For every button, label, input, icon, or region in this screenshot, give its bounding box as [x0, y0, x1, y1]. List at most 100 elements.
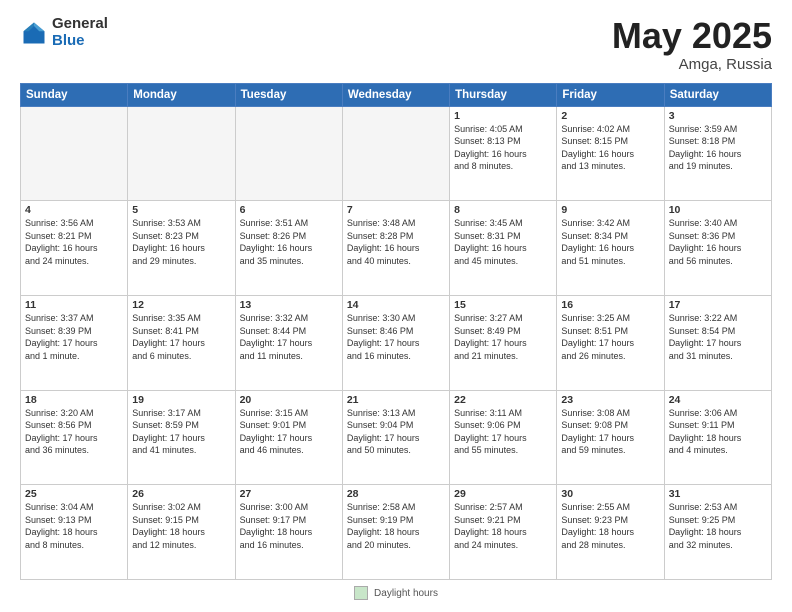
day-info: Sunrise: 3:13 AM Sunset: 9:04 PM Dayligh… — [347, 408, 420, 456]
day-info: Sunrise: 3:56 AM Sunset: 8:21 PM Dayligh… — [25, 218, 98, 266]
calendar-cell: 25 Sunrise: 3:04 AM Sunset: 9:13 PM Dayli… — [21, 485, 128, 580]
day-info: Sunrise: 3:42 AM Sunset: 8:34 PM Dayligh… — [561, 218, 634, 266]
day-number: 14 — [347, 299, 445, 311]
calendar-cell: 2 Sunrise: 4:02 AM Sunset: 8:15 PM Daylig… — [557, 106, 664, 201]
col-saturday: Saturday — [664, 83, 771, 106]
day-info: Sunrise: 3:59 AM Sunset: 8:18 PM Dayligh… — [669, 124, 742, 172]
footer: Daylight hours — [20, 586, 772, 600]
calendar-cell: 26Sunrise: 3:02 AM Sunset: 9:15 PM Dayli… — [128, 485, 235, 580]
calendar-cell: 4Sunrise: 3:56 AM Sunset: 8:21 PM Daylig… — [21, 201, 128, 296]
calendar-cell: 5Sunrise: 3:53 AM Sunset: 8:23 PM Daylig… — [128, 201, 235, 296]
calendar-cell: 22 Sunrise: 3:11 AM Sunset: 9:06 PM Dayli… — [450, 390, 557, 485]
day-number: 16 — [561, 299, 659, 311]
day-info: Sunrise: 3:00 AM Sunset: 9:17 PM Dayligh… — [240, 502, 313, 550]
day-info: Sunrise: 3:08 AM Sunset: 9:08 PM Dayligh… — [561, 408, 634, 456]
day-number: 9 — [561, 204, 659, 216]
day-number: 20 — [240, 394, 338, 406]
col-wednesday: Wednesday — [342, 83, 449, 106]
day-info: Sunrise: 3:06 AM Sunset: 9:11 PM Dayligh… — [669, 408, 742, 456]
calendar-cell: 15Sunrise: 3:27 AM Sunset: 8:49 PM Dayli… — [450, 295, 557, 390]
calendar-cell: 16 Sunrise: 3:25 AM Sunset: 8:51 PM Dayli… — [557, 295, 664, 390]
day-info: Sunrise: 3:25 AM Sunset: 8:51 PM Dayligh… — [561, 313, 634, 361]
day-info: Sunrise: 3:30 AM Sunset: 8:46 PM Dayligh… — [347, 313, 420, 361]
calendar-week-4: 18 Sunrise: 3:20 AM Sunset: 8:56 PM Dayli… — [21, 390, 772, 485]
title-block: May 2025 Amga, Russia — [612, 16, 772, 73]
day-number: 26 — [132, 488, 230, 500]
calendar-week-3: 11 Sunrise: 3:37 AM Sunset: 8:39 PM Dayli… — [21, 295, 772, 390]
day-info: Sunrise: 3:40 AM Sunset: 8:36 PM Dayligh… — [669, 218, 742, 266]
day-number: 6 — [240, 204, 338, 216]
calendar-week-1: 1Sunrise: 4:05 AM Sunset: 8:13 PM Daylig… — [21, 106, 772, 201]
calendar-cell: 23 Sunrise: 3:08 AM Sunset: 9:08 PM Dayli… — [557, 390, 664, 485]
calendar-body: 1Sunrise: 4:05 AM Sunset: 8:13 PM Daylig… — [21, 106, 772, 579]
calendar-cell — [235, 106, 342, 201]
day-info: Sunrise: 3:04 AM Sunset: 9:13 PM Dayligh… — [25, 502, 98, 550]
calendar-cell: 10 Sunrise: 3:40 AM Sunset: 8:36 PM Dayli… — [664, 201, 771, 296]
calendar-cell: 12 Sunrise: 3:35 AM Sunset: 8:41 PM Dayli… — [128, 295, 235, 390]
logo-icon — [20, 19, 48, 47]
day-info: Sunrise: 3:51 AM Sunset: 8:26 PM Dayligh… — [240, 218, 313, 266]
day-number: 12 — [132, 299, 230, 311]
calendar-cell: 27 Sunrise: 3:00 AM Sunset: 9:17 PM Dayli… — [235, 485, 342, 580]
day-number: 30 — [561, 488, 659, 500]
day-info: Sunrise: 2:53 AM Sunset: 9:25 PM Dayligh… — [669, 502, 742, 550]
day-info: Sunrise: 3:48 AM Sunset: 8:28 PM Dayligh… — [347, 218, 420, 266]
day-number: 28 — [347, 488, 445, 500]
day-number: 2 — [561, 110, 659, 122]
day-number: 22 — [454, 394, 552, 406]
day-info: Sunrise: 3:37 AM Sunset: 8:39 PM Dayligh… — [25, 313, 98, 361]
day-number: 21 — [347, 394, 445, 406]
calendar-cell: 3 Sunrise: 3:59 AM Sunset: 8:18 PM Daylig… — [664, 106, 771, 201]
calendar-cell: 13Sunrise: 3:32 AM Sunset: 8:44 PM Dayli… — [235, 295, 342, 390]
day-number: 19 — [132, 394, 230, 406]
calendar-cell: 21 Sunrise: 3:13 AM Sunset: 9:04 PM Dayli… — [342, 390, 449, 485]
calendar-table: Sunday Monday Tuesday Wednesday Thursday… — [20, 83, 772, 580]
calendar-cell: 18 Sunrise: 3:20 AM Sunset: 8:56 PM Dayli… — [21, 390, 128, 485]
day-number: 23 — [561, 394, 659, 406]
calendar-cell: 30Sunrise: 2:55 AM Sunset: 9:23 PM Dayli… — [557, 485, 664, 580]
day-number: 3 — [669, 110, 767, 122]
col-friday: Friday — [557, 83, 664, 106]
logo-blue-text: Blue — [52, 33, 108, 50]
daylight-legend-label: Daylight hours — [374, 588, 438, 599]
calendar-cell: 6 Sunrise: 3:51 AM Sunset: 8:26 PM Daylig… — [235, 201, 342, 296]
day-number: 8 — [454, 204, 552, 216]
calendar-cell: 9 Sunrise: 3:42 AM Sunset: 8:34 PM Daylig… — [557, 201, 664, 296]
day-info: Sunrise: 3:35 AM Sunset: 8:41 PM Dayligh… — [132, 313, 205, 361]
day-info: Sunrise: 3:11 AM Sunset: 9:06 PM Dayligh… — [454, 408, 527, 456]
day-number: 18 — [25, 394, 123, 406]
calendar-cell — [342, 106, 449, 201]
calendar-cell: 17Sunrise: 3:22 AM Sunset: 8:54 PM Dayli… — [664, 295, 771, 390]
calendar-header-row: Sunday Monday Tuesday Wednesday Thursday… — [21, 83, 772, 106]
page: General Blue May 2025 Amga, Russia Sunda… — [0, 0, 792, 612]
day-info: Sunrise: 3:15 AM Sunset: 9:01 PM Dayligh… — [240, 408, 313, 456]
calendar-cell: 19 Sunrise: 3:17 AM Sunset: 8:59 PM Dayli… — [128, 390, 235, 485]
logo-general-text: General — [52, 16, 108, 33]
calendar-cell: 28 Sunrise: 2:58 AM Sunset: 9:19 PM Dayli… — [342, 485, 449, 580]
day-info: Sunrise: 3:17 AM Sunset: 8:59 PM Dayligh… — [132, 408, 205, 456]
calendar-cell: 7Sunrise: 3:48 AM Sunset: 8:28 PM Daylig… — [342, 201, 449, 296]
day-number: 5 — [132, 204, 230, 216]
day-info: Sunrise: 3:22 AM Sunset: 8:54 PM Dayligh… — [669, 313, 742, 361]
day-number: 27 — [240, 488, 338, 500]
day-info: Sunrise: 3:20 AM Sunset: 8:56 PM Dayligh… — [25, 408, 98, 456]
day-info: Sunrise: 4:05 AM Sunset: 8:13 PM Dayligh… — [454, 124, 527, 172]
calendar-cell: 20 Sunrise: 3:15 AM Sunset: 9:01 PM Dayli… — [235, 390, 342, 485]
day-info: Sunrise: 2:57 AM Sunset: 9:21 PM Dayligh… — [454, 502, 527, 550]
calendar-cell: 8Sunrise: 3:45 AM Sunset: 8:31 PM Daylig… — [450, 201, 557, 296]
calendar-cell: 11 Sunrise: 3:37 AM Sunset: 8:39 PM Dayli… — [21, 295, 128, 390]
col-tuesday: Tuesday — [235, 83, 342, 106]
day-number: 25 — [25, 488, 123, 500]
day-number: 10 — [669, 204, 767, 216]
day-info: Sunrise: 4:02 AM Sunset: 8:15 PM Dayligh… — [561, 124, 634, 172]
day-number: 24 — [669, 394, 767, 406]
day-number: 11 — [25, 299, 123, 311]
day-number: 31 — [669, 488, 767, 500]
logo: General Blue — [20, 16, 108, 49]
day-info: Sunrise: 3:32 AM Sunset: 8:44 PM Dayligh… — [240, 313, 313, 361]
col-sunday: Sunday — [21, 83, 128, 106]
col-thursday: Thursday — [450, 83, 557, 106]
calendar-week-5: 25 Sunrise: 3:04 AM Sunset: 9:13 PM Dayli… — [21, 485, 772, 580]
day-info: Sunrise: 2:58 AM Sunset: 9:19 PM Dayligh… — [347, 502, 420, 550]
logo-text: General Blue — [52, 16, 108, 49]
